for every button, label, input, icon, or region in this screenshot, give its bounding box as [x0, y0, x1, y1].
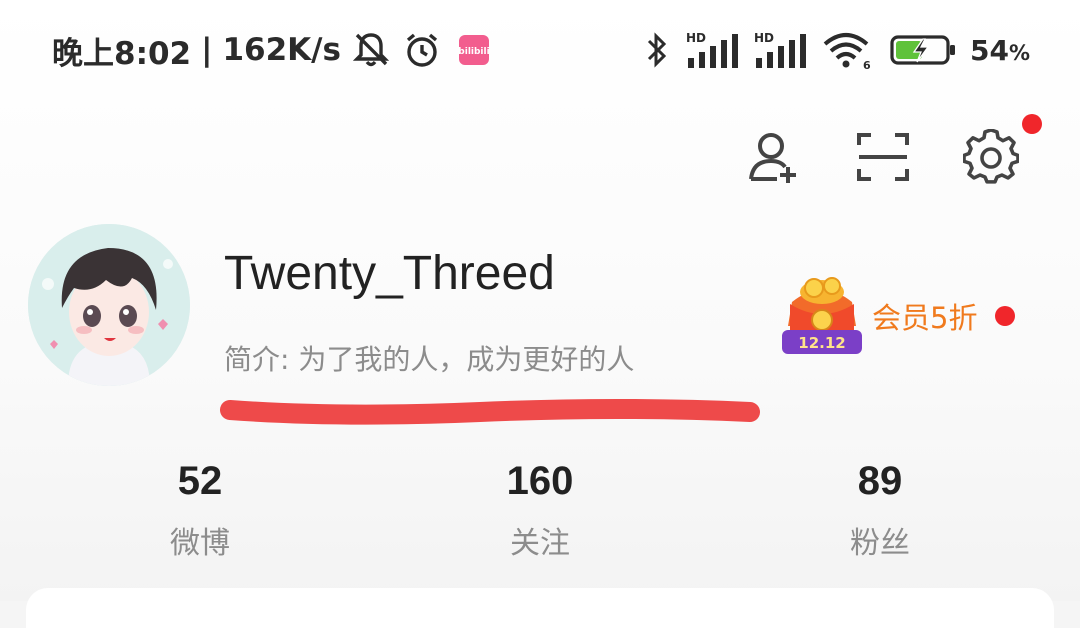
vip-discount-label: 会员5折	[872, 301, 978, 335]
add-friend-button[interactable]	[746, 128, 804, 186]
content-card	[26, 588, 1054, 628]
settings-notification-badge	[1022, 114, 1042, 134]
wifi-icon: 6	[822, 30, 872, 70]
stat-weibo[interactable]: 52 微博	[110, 452, 290, 562]
avatar[interactable]	[28, 224, 190, 386]
signal-hd-icon: HD	[754, 30, 806, 70]
profile-username[interactable]: Twenty_Threed	[224, 246, 555, 301]
stat-label: 关注	[510, 526, 570, 561]
alarm-icon	[403, 31, 441, 69]
status-bar: 晚上8:02 | 162K/s bilibili HD HD 6 54%	[0, 0, 1080, 100]
status-bar-left: 晚上8:02 | 162K/s bilibili	[52, 26, 489, 74]
network-speed: 162K/s	[222, 32, 341, 68]
stat-value: 52	[177, 459, 223, 503]
svg-text:6: 6	[863, 59, 871, 70]
status-separator: |	[201, 32, 213, 68]
vip-notification-dot	[995, 306, 1016, 326]
stat-following[interactable]: 160 关注	[450, 452, 630, 562]
add-friend-icon	[749, 133, 796, 183]
bluetooth-icon	[644, 31, 670, 69]
stat-followers[interactable]: 89 粉丝	[790, 452, 970, 562]
battery-level: 54%	[970, 34, 1030, 67]
stat-label: 粉丝	[850, 526, 910, 561]
avatar-illustration	[28, 224, 190, 386]
battery-percent: 54	[969, 33, 1009, 67]
scan-icon	[857, 133, 909, 181]
stat-label: 微博	[170, 526, 230, 561]
battery-unit: %	[1008, 40, 1030, 65]
settings-button[interactable]	[962, 114, 1042, 186]
mute-bell-icon	[352, 31, 389, 69]
svg-text:bilibili: bilibili	[459, 47, 489, 57]
status-bar-right: HD HD 6 54%	[644, 26, 1030, 74]
red-envelope-icon: 12.12	[782, 277, 862, 354]
vip-badge-text: 12.12	[798, 334, 845, 352]
svg-text:HD: HD	[754, 31, 774, 45]
battery-charging-icon	[890, 33, 956, 67]
signal-hd-icon: HD	[686, 30, 738, 70]
status-time: 晚上8:02	[52, 35, 192, 72]
stat-value: 89	[857, 459, 903, 503]
scan-button[interactable]	[854, 128, 912, 186]
top-action-bar	[746, 114, 1042, 186]
settings-icon	[963, 129, 1019, 184]
profile-bio[interactable]: 简介: 为了我的人，成为更好的人	[224, 338, 634, 378]
stat-value: 160	[506, 459, 574, 503]
bilibili-icon: bilibili	[458, 35, 489, 65]
bio-highlight-underline	[220, 399, 760, 425]
svg-text:HD: HD	[686, 31, 706, 45]
vip-discount-entry[interactable]: 12.12 会员5折	[778, 272, 1016, 360]
